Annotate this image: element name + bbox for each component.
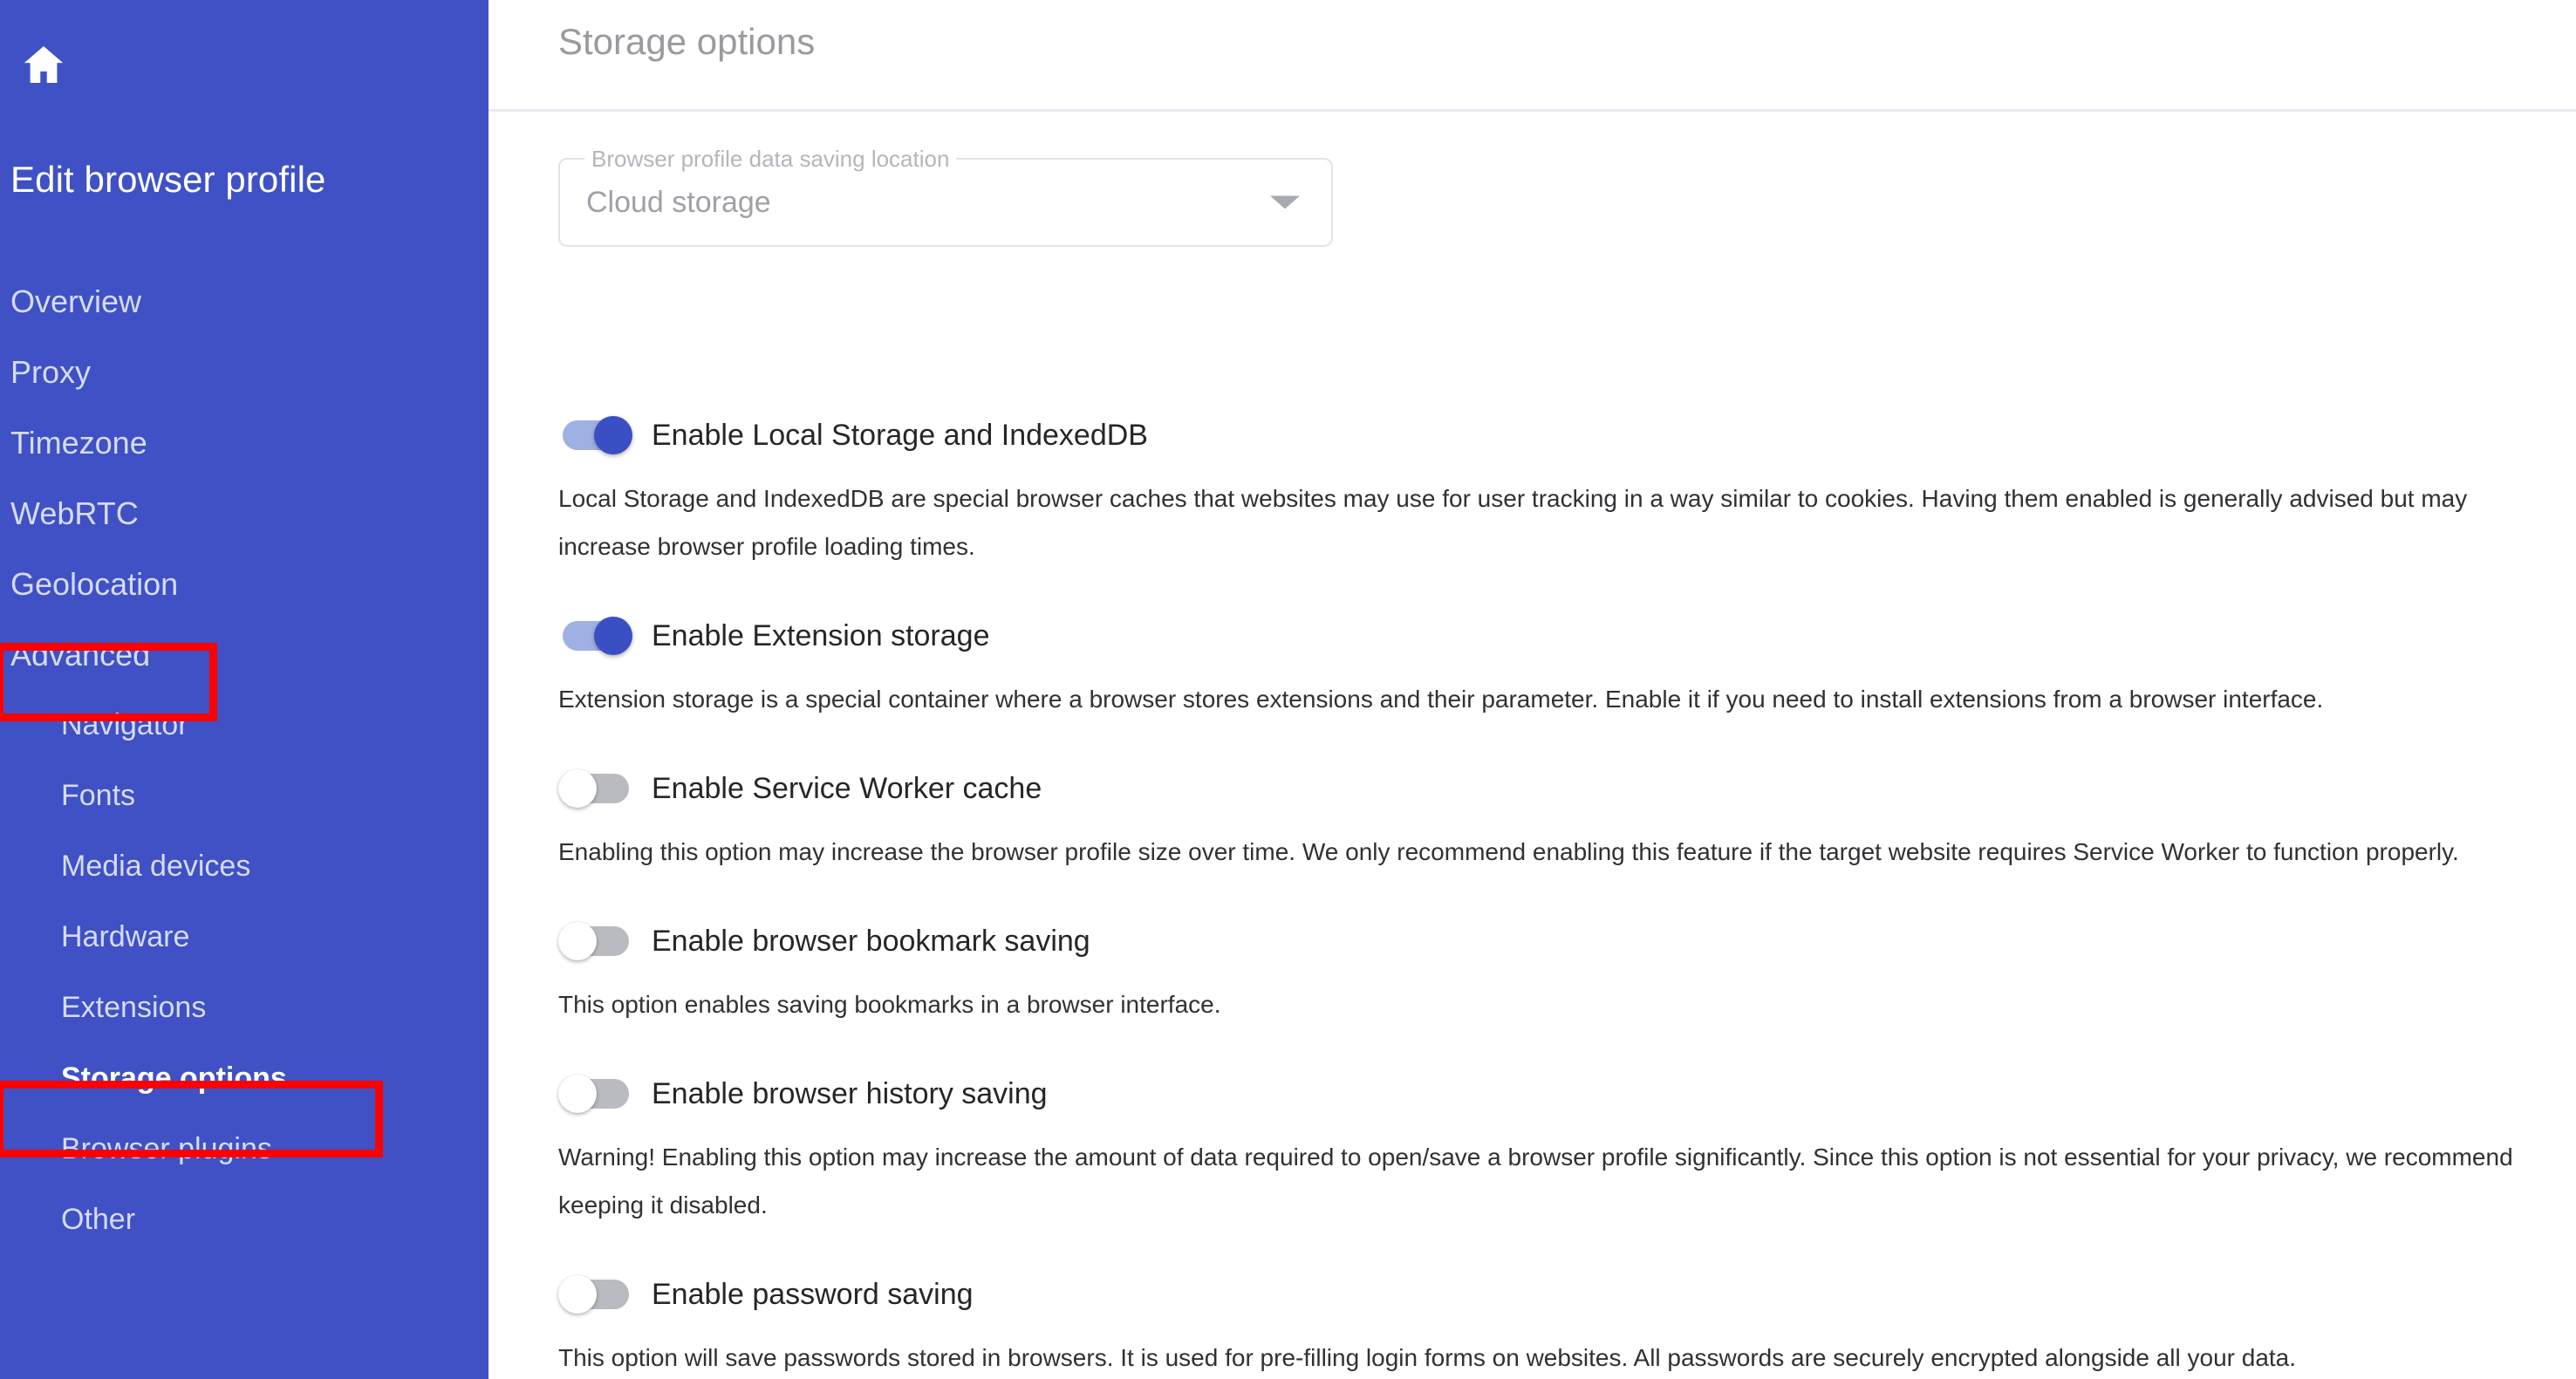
- toggle-thumb: [558, 1275, 597, 1314]
- option-header: Enable Extension storage: [558, 609, 2524, 663]
- page-header: Storage options: [489, 0, 2576, 112]
- sidebar-item-other[interactable]: Other: [0, 1184, 489, 1255]
- option-label: Enable password saving: [652, 1278, 974, 1311]
- option-service-worker-cache: Enable Service Worker cache Enabling thi…: [489, 761, 2576, 876]
- home-icon-button[interactable]: [12, 33, 75, 96]
- option-header: Enable browser bookmark saving: [558, 914, 2524, 968]
- main-content: Storage options Browser profile data sav…: [489, 0, 2576, 1379]
- toggle-password-saving[interactable]: [558, 1275, 632, 1314]
- option-history-saving: Enable browser history saving Warning! E…: [489, 1067, 2576, 1229]
- option-header: Enable Local Storage and IndexedDB: [558, 408, 2524, 462]
- sidebar-title: Edit browser profile: [10, 159, 326, 200]
- option-description: This option enables saving bookmarks in …: [558, 991, 1221, 1018]
- home-icon: [17, 40, 70, 89]
- toggle-thumb: [558, 922, 597, 960]
- option-local-storage-indexeddb: Enable Local Storage and IndexedDB Local…: [489, 408, 2576, 570]
- option-label: Enable browser history saving: [652, 1077, 1048, 1110]
- storage-location-field[interactable]: Browser profile data saving location Clo…: [558, 145, 1333, 247]
- sidebar-item-webrtc[interactable]: WebRTC: [0, 478, 489, 549]
- chevron-down-icon[interactable]: [1270, 195, 1300, 209]
- toggle-thumb: [594, 416, 632, 454]
- storage-location-value: Cloud storage: [586, 185, 771, 219]
- option-description: Local Storage and IndexedDB are special …: [558, 485, 2468, 560]
- option-password-saving: Enable password saving This option will …: [489, 1267, 2576, 1379]
- storage-location-select[interactable]: Browser profile data saving location Clo…: [558, 145, 1333, 247]
- option-label: Enable Service Worker cache: [652, 772, 1042, 805]
- option-label: Enable Local Storage and IndexedDB: [652, 419, 1148, 452]
- option-label: Enable Extension storage: [652, 619, 990, 652]
- page-title: Storage options: [558, 21, 816, 62]
- toggle-thumb: [558, 1075, 597, 1113]
- toggle-bookmark-saving[interactable]: [558, 922, 632, 960]
- sidebar-item-media-devices[interactable]: Media devices: [0, 831, 489, 902]
- option-description: This option will save passwords stored i…: [558, 1344, 2297, 1371]
- option-label: Enable browser bookmark saving: [652, 925, 1090, 958]
- sidebar-item-navigator[interactable]: Navigator: [0, 690, 489, 761]
- option-header: Enable Service Worker cache: [558, 761, 2524, 816]
- option-header: Enable password saving: [558, 1267, 2524, 1321]
- option-bookmark-saving: Enable browser bookmark saving This opti…: [489, 914, 2576, 1028]
- sidebar-item-hardware[interactable]: Hardware: [0, 902, 489, 973]
- sidebar-item-proxy[interactable]: Proxy: [0, 337, 489, 407]
- toggle-extension-storage[interactable]: [558, 617, 632, 655]
- option-extension-storage: Enable Extension storage Extension stora…: [489, 609, 2576, 723]
- app-root: Edit browser profile Overview Proxy Time…: [0, 0, 2576, 1379]
- sidebar-item-extensions[interactable]: Extensions: [0, 973, 489, 1043]
- option-description: Extension storage is a special container…: [558, 686, 2324, 713]
- sidebar-item-overview[interactable]: Overview: [0, 266, 489, 337]
- sidebar: Edit browser profile Overview Proxy Time…: [0, 0, 489, 1379]
- toggle-thumb: [558, 769, 597, 808]
- sidebar-item-timezone[interactable]: Timezone: [0, 407, 489, 478]
- option-description: Enabling this option may increase the br…: [558, 838, 2459, 865]
- option-header: Enable browser history saving: [558, 1067, 2524, 1121]
- sidebar-item-storage-options[interactable]: Storage options: [0, 1043, 489, 1114]
- toggle-local-storage-indexeddb[interactable]: [558, 416, 632, 454]
- sidebar-item-advanced[interactable]: Advanced: [0, 619, 489, 690]
- sidebar-item-browser-plugins[interactable]: Browser plugins: [0, 1114, 489, 1184]
- sidebar-item-geolocation[interactable]: Geolocation: [0, 549, 489, 619]
- toggle-service-worker-cache[interactable]: [558, 769, 632, 808]
- sidebar-item-fonts[interactable]: Fonts: [0, 761, 489, 831]
- sidebar-nav: Overview Proxy Timezone WebRTC Geolocati…: [0, 266, 489, 1255]
- toggle-thumb: [594, 617, 632, 655]
- storage-options-list: Enable Local Storage and IndexedDB Local…: [489, 408, 2576, 1379]
- option-description: Warning! Enabling this option may increa…: [558, 1143, 2513, 1219]
- toggle-history-saving[interactable]: [558, 1075, 632, 1113]
